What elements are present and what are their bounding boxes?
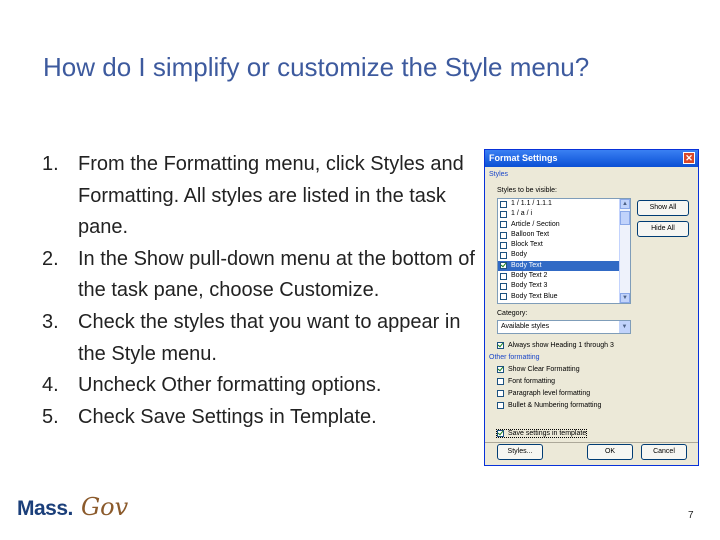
- list-item[interactable]: Body Text 2: [498, 271, 630, 281]
- step-number: 1.: [42, 153, 59, 175]
- style-label: Body Text Blue: [511, 292, 558, 300]
- list-item[interactable]: 1 / 1.1 / 1.1.1: [498, 199, 630, 209]
- checkbox-icon[interactable]: [500, 200, 507, 208]
- list-item[interactable]: Article / Section: [498, 220, 630, 230]
- chevron-down-icon[interactable]: ▼: [619, 321, 630, 333]
- style-label: Body Text 3: [511, 282, 548, 290]
- list-item[interactable]: 1 / a / i: [498, 209, 630, 219]
- checkbox-label: Bullet & Numbering formatting: [508, 402, 602, 409]
- checkbox-icon[interactable]: [497, 342, 504, 349]
- other-formatting-checkbox[interactable]: Paragraph level formatting: [497, 390, 590, 397]
- category-label: Category:: [497, 310, 528, 317]
- step-text: From the Formatting menu, click Styles a…: [78, 153, 464, 239]
- list-item[interactable]: Block Text: [498, 240, 630, 250]
- checkbox-label: Font formatting: [508, 378, 556, 385]
- category-select[interactable]: Available styles ▼: [497, 320, 631, 334]
- other-formatting-group-label: Other formatting: [489, 354, 540, 361]
- logo-mass-text: Mass.: [17, 497, 73, 520]
- checkbox-icon[interactable]: [497, 378, 504, 385]
- checkbox-icon[interactable]: [497, 366, 504, 373]
- always-show-label: Always show Heading 1 through 3: [508, 342, 614, 349]
- step-number: 3.: [42, 310, 59, 333]
- close-icon[interactable]: ✕: [683, 152, 695, 164]
- style-label: 1 / a / i: [511, 210, 533, 218]
- checkbox-icon[interactable]: [500, 231, 507, 239]
- page-number: 7: [688, 510, 694, 521]
- checkbox-icon[interactable]: [497, 430, 504, 437]
- ok-button[interactable]: OK: [587, 444, 633, 460]
- list-item: 3. Check the styles that you want to appe…: [42, 307, 482, 370]
- list-item: 5. Check Save Settings in Template.: [42, 402, 482, 434]
- checkbox-icon[interactable]: [500, 221, 507, 229]
- cancel-button[interactable]: Cancel: [641, 444, 687, 460]
- list-item: 1. From the Formatting menu, click Styles…: [42, 149, 482, 244]
- dialog-titlebar[interactable]: Format Settings ✕: [485, 150, 698, 167]
- style-label: Body Text 2: [511, 272, 548, 280]
- save-settings-checkbox[interactable]: Save settings in template: [495, 429, 588, 438]
- scroll-up-icon[interactable]: ▲: [620, 199, 630, 209]
- style-label: Article / Section: [511, 220, 560, 228]
- format-settings-dialog: Format Settings ✕ Styles Styles to be vi…: [484, 149, 699, 466]
- styles-visible-label: Styles to be visible:: [497, 187, 557, 194]
- hide-all-button[interactable]: Hide All: [637, 221, 689, 237]
- style-label: 1 / 1.1 / 1.1.1: [511, 200, 552, 207]
- styles-group-label: Styles: [489, 171, 509, 178]
- checkbox-label: Show Clear Formatting: [508, 366, 580, 373]
- always-show-headings-checkbox[interactable]: Always show Heading 1 through 3: [497, 342, 614, 349]
- list-item[interactable]: Balloon Text: [498, 230, 630, 240]
- style-label: Body: [511, 251, 527, 259]
- other-formatting-checkbox[interactable]: Show Clear Formatting: [497, 366, 580, 373]
- step-text: In the Show pull-down menu at the bottom…: [78, 247, 475, 302]
- style-label: Body Text: [511, 261, 542, 269]
- logo-gov-text: Gov: [81, 493, 129, 521]
- list-item[interactable]: Body: [498, 250, 630, 260]
- list-item: 2. In the Show pull-down menu at the bott…: [42, 244, 482, 307]
- divider: [485, 442, 698, 443]
- other-formatting-checkbox[interactable]: Font formatting: [497, 378, 555, 385]
- style-label: Balloon Text: [511, 230, 550, 238]
- show-all-button[interactable]: Show All: [637, 200, 689, 216]
- other-formatting-checkbox[interactable]: Bullet & Numbering formatting: [497, 402, 601, 409]
- category-value: Available styles: [501, 323, 550, 330]
- checkbox-icon[interactable]: [500, 241, 507, 249]
- styles-button[interactable]: Styles...: [497, 444, 543, 460]
- checkbox-label: Paragraph level formatting: [508, 390, 591, 397]
- steps-list: 1. From the Formatting menu, click Styles…: [42, 149, 482, 433]
- checkbox-icon[interactable]: [497, 402, 504, 409]
- step-text: Check Save Settings in Template.: [78, 405, 377, 428]
- scroll-down-icon[interactable]: ▼: [620, 293, 630, 303]
- step-number: 5.: [42, 405, 59, 428]
- checkbox-icon[interactable]: [500, 262, 507, 270]
- scroll-thumb[interactable]: [620, 211, 630, 225]
- style-label: Block Text: [511, 241, 543, 249]
- list-item[interactable]: Body Text Blue: [498, 292, 630, 302]
- list-item[interactable]: Body Text: [498, 260, 630, 272]
- step-number: 2.: [42, 247, 59, 270]
- checkbox-icon[interactable]: [500, 210, 507, 218]
- checkbox-icon[interactable]: [500, 272, 507, 280]
- checkbox-icon[interactable]: [497, 390, 504, 397]
- styles-listbox[interactable]: 1 / 1.1 / 1.1.1 1 / a / i Article / Sectio…: [497, 198, 631, 304]
- list-item[interactable]: Body Text 3: [498, 281, 630, 291]
- step-text: Uncheck Other formatting options.: [78, 374, 382, 397]
- checkbox-icon[interactable]: [500, 293, 507, 301]
- dialog-title: Format Settings: [489, 153, 558, 163]
- checkbox-icon[interactable]: [500, 252, 507, 260]
- step-text: Check the styles that you want to appear…: [78, 310, 461, 365]
- listbox-scrollbar[interactable]: ▲ ▼: [619, 199, 630, 303]
- save-settings-label: Save settings in template: [508, 430, 587, 437]
- checkbox-icon[interactable]: [500, 283, 507, 291]
- slide-title: How do I simplify or customize the Style…: [43, 52, 590, 82]
- list-item: 4. Uncheck Other formatting options.: [42, 370, 482, 402]
- step-number: 4.: [42, 374, 59, 397]
